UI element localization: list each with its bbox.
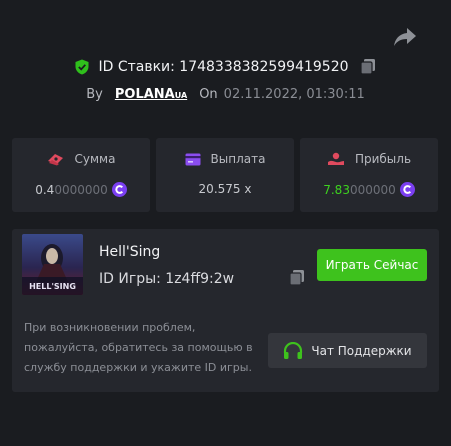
play-now-button[interactable]: Играть Сейчас [317,249,427,281]
payout-label: Выплата [210,152,266,166]
payout-header: Выплата [156,152,294,166]
profit-value-dim: 000000 [349,182,396,197]
profit-value-main: 7.83 [323,182,350,197]
bet-id-row: ID Ставки: 1748338382599419520 [0,56,451,78]
profit-label: Прибыль [354,152,412,166]
amount-value-dim: 0000000 [54,182,108,197]
shield-check-icon [75,59,89,75]
card-icon [185,153,201,165]
amount-header: Сумма [12,152,150,166]
payout-value-row: 20.575 x [156,182,294,196]
copy-icon[interactable] [288,269,306,287]
username-suffix[interactable]: UA [175,91,187,100]
profit-value: 7.83 000000 [300,182,438,197]
amount-value-main: 0.4 [35,182,55,197]
coin-icon [399,182,415,197]
amount-card: Сумма 0.4 0000000 [12,138,150,212]
support-chat-button[interactable]: Чат Поддержки [268,333,427,368]
profit-icon [327,152,344,165]
by-label: By [86,86,103,102]
amount-label: Сумма [74,152,116,166]
author-row: By POLANA UA On 02.11.2022, 01:30:11 [0,84,451,104]
on-label: On [199,86,218,102]
coin-icon [111,182,127,197]
headset-icon [284,341,303,359]
profit-card: Прибыль 7.83 000000 [300,138,438,212]
copy-icon[interactable] [359,58,377,76]
support-label: Чат Поддержки [311,343,412,358]
help-text: При возникновении проблем, пожалуйста, о… [24,321,253,374]
payout-value: 20.575 x [198,182,252,196]
profit-header: Прибыль [300,152,438,166]
amount-value: 0.4 0000000 [12,182,150,197]
game-panel: HELL'SING Hell'Sing ID Игры: 1z4ff9:2w И… [12,229,439,392]
game-id: ID Игры: 1z4ff9:2w [99,271,235,287]
money-icon [47,154,63,166]
share-icon[interactable] [393,26,417,48]
payout-card: Выплата 20.575 x [156,138,294,212]
thumbnail-title: HELL'SING [29,282,76,291]
game-name: Hell'Sing [99,244,161,260]
bet-id-label: ID Ставки: 1748338382599419520 [98,59,349,75]
bet-date: 02.11.2022, 01:30:11 [223,86,365,102]
game-thumbnail[interactable]: HELL'SING [22,234,83,295]
username-link[interactable]: POLANA [115,87,175,102]
